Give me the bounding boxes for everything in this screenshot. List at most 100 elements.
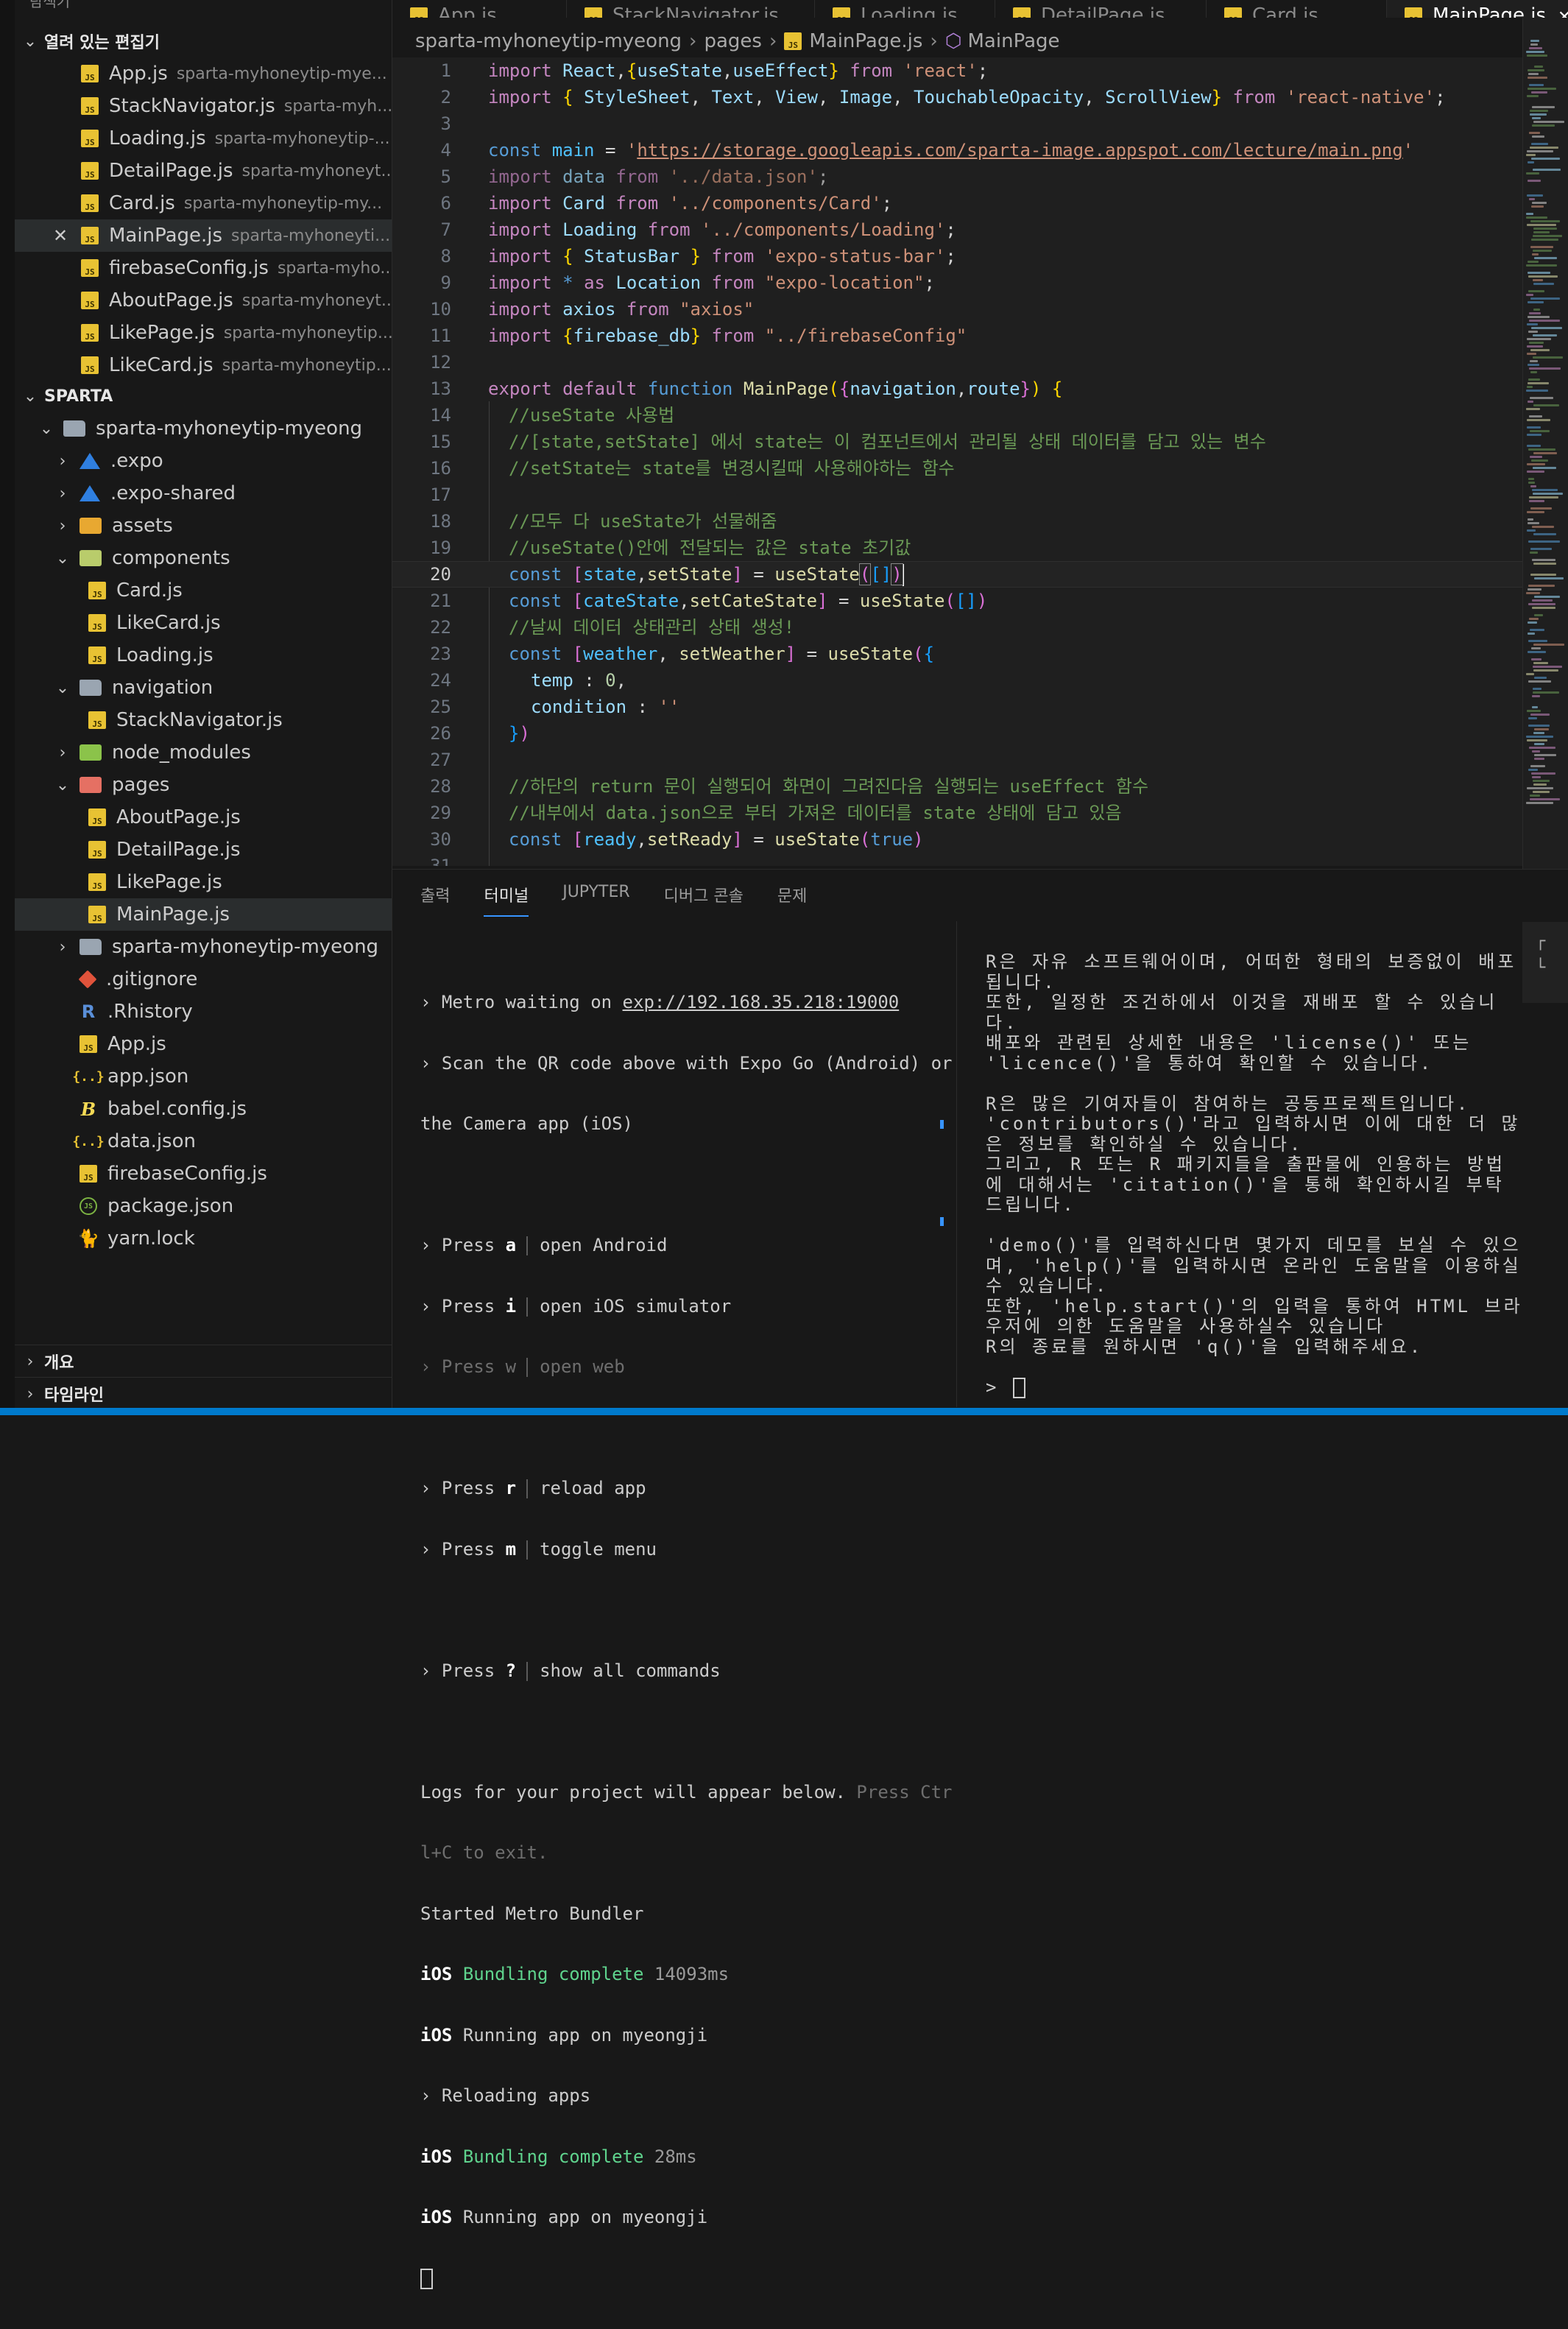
- minimap-line: [1530, 371, 1537, 373]
- tree-file[interactable]: JS AboutPage.js: [15, 801, 392, 834]
- tab-debug-console[interactable]: 디버그 콘솔: [664, 883, 744, 917]
- tab-loading-js[interactable]: JS Loading.js: [815, 0, 995, 18]
- tree-folder-root[interactable]: ⌄ sparta-myhoneytip-myeong: [15, 412, 392, 445]
- file-name: AboutPage.js: [109, 289, 233, 311]
- tree-file[interactable]: JS MainPage.js: [15, 898, 392, 931]
- breadcrumb-item[interactable]: sparta-myhoneytip-myeong: [415, 30, 682, 52]
- tab-terminal[interactable]: 터미널: [484, 883, 529, 917]
- breadcrumb-item[interactable]: MainPage.js: [809, 30, 922, 52]
- tree-folder[interactable]: › sparta-myhoneytip-myeong: [15, 931, 392, 963]
- minimap-line: [1528, 73, 1539, 75]
- tab-output[interactable]: 출력: [420, 883, 450, 917]
- workspace-header[interactable]: ⌄ SPARTA: [15, 380, 392, 412]
- terminal-list[interactable]: ┌ └: [1522, 922, 1568, 1003]
- terminal-instance-icon[interactable]: ┌: [1536, 932, 1545, 951]
- close-icon[interactable]: ✕: [53, 225, 68, 246]
- tab-mainpage-js[interactable]: JS MainPage.js ✕: [1387, 0, 1568, 18]
- minimap-line: [1534, 614, 1543, 616]
- tree-file[interactable]: {..} data.json: [15, 1125, 392, 1158]
- terminal-line: iOS Running app on myeongji: [420, 2024, 708, 2046]
- code-line: 6 import Card from '../components/Card';: [392, 190, 1522, 216]
- tree-label: Loading.js: [116, 644, 213, 666]
- minimap-line: [1529, 415, 1542, 417]
- tree-file[interactable]: JS LikePage.js: [15, 866, 392, 898]
- tab-stacknavigator-js[interactable]: JS StackNavigator.js: [567, 0, 815, 18]
- tree-file[interactable]: JS DetailPage.js: [15, 834, 392, 866]
- tab-card-js[interactable]: JS Card.js: [1207, 0, 1387, 18]
- open-editor-item[interactable]: ✕ JS MainPage.js sparta-myhoneyti...: [15, 219, 392, 252]
- line-number: 29: [430, 803, 451, 823]
- open-editor-item[interactable]: JS LikePage.js sparta-myhoneytip...: [15, 317, 392, 349]
- code-line: 10 import axios from "axios": [392, 296, 1522, 323]
- tab-problems[interactable]: 문제: [777, 883, 807, 917]
- terminal-line: the Camera app (iOS): [420, 1113, 633, 1134]
- open-editors-header[interactable]: ⌄ 열려 있는 편집기: [15, 25, 392, 57]
- tree-folder[interactable]: › node_modules: [15, 736, 392, 769]
- tree-file[interactable]: JS LikeCard.js: [15, 607, 392, 639]
- chevron-down-icon: ⌄: [39, 419, 54, 438]
- code-editor[interactable]: 1 import React,{useState,useEffect} from …: [392, 57, 1522, 866]
- tree-folder[interactable]: › .expo: [15, 445, 392, 477]
- javascript-file-icon: JS: [88, 906, 106, 923]
- open-editor-item[interactable]: JS Card.js sparta-myhoneytip-my...: [15, 187, 392, 219]
- breadcrumb-item[interactable]: MainPage: [968, 30, 1060, 52]
- terminal-expo[interactable]: › Metro waiting on exp://192.168.35.218:…: [420, 952, 965, 2329]
- open-editor-item[interactable]: JS Loading.js sparta-myhoneytip-...: [15, 122, 392, 155]
- tree-file[interactable]: JS Loading.js: [15, 639, 392, 672]
- tree-file[interactable]: Bbabel.config.js: [15, 1093, 392, 1125]
- tab-detailpage-js[interactable]: JS DetailPage.js: [995, 0, 1207, 18]
- tree-file[interactable]: JS StackNavigator.js: [15, 704, 392, 736]
- terminal-link[interactable]: exp://192.168.35.218:19000: [623, 992, 900, 1012]
- code-link[interactable]: https://storage.googleapis.com/sparta-im…: [637, 140, 1402, 161]
- javascript-file-icon: JS: [81, 65, 99, 82]
- javascript-file-icon: JS: [1013, 7, 1031, 18]
- minimap-line: [1528, 478, 1534, 480]
- code-line: 22//날씨 데이터 상태관리 상태 생성!: [392, 614, 1522, 641]
- tree-folder[interactable]: › assets: [15, 510, 392, 542]
- close-icon[interactable]: ✕: [1558, 8, 1568, 18]
- tab-app-js[interactable]: JS App.js: [392, 0, 567, 18]
- tree-file[interactable]: JS App.js: [15, 1028, 392, 1060]
- tree-folder[interactable]: › .expo-shared: [15, 477, 392, 510]
- minimap-line: [1526, 802, 1553, 804]
- assets-folder-icon: [80, 518, 102, 534]
- tree-file[interactable]: JS Card.js: [15, 574, 392, 607]
- tree-folder[interactable]: ⌄ navigation: [15, 672, 392, 704]
- open-editor-item[interactable]: JS App.js sparta-myhoneytip-mye...: [15, 57, 392, 90]
- timeline-header[interactable]: › 타임라인: [15, 1377, 392, 1410]
- minimap[interactable]: [1522, 18, 1568, 869]
- terminal-scroll-marker: [940, 1120, 944, 1129]
- open-editor-item[interactable]: JS AboutPage.js sparta-myhoneyt...: [15, 284, 392, 317]
- chevron-right-icon: ›: [27, 1352, 34, 1371]
- open-editor-item[interactable]: JS DetailPage.js sparta-myhoneyt...: [15, 155, 392, 187]
- minimap-line: [1531, 143, 1548, 145]
- minimap-line: [1530, 485, 1536, 487]
- terminal-line: iOS Bundling complete 28ms: [420, 2146, 697, 2167]
- outline-header[interactable]: › 개요: [15, 1345, 392, 1378]
- r-console-line: 그리고, R 또는 R 패키지들을 출판물에 인용하는 방법에 대해서는 'ci…: [986, 1154, 1506, 1215]
- open-editor-item[interactable]: JS StackNavigator.js sparta-myh...: [15, 90, 392, 122]
- minimap-line: [1530, 574, 1556, 576]
- more-actions-icon[interactable]: ···: [346, 0, 361, 7]
- tab-jupyter[interactable]: JUPYTER: [562, 883, 629, 917]
- r-prompt-line[interactable]: >: [986, 1377, 1523, 1398]
- tree-folder[interactable]: ⌄ pages: [15, 769, 392, 801]
- tree-file[interactable]: .gitignore: [15, 963, 392, 996]
- open-editor-item[interactable]: JS LikeCard.js sparta-myhoneytip...: [15, 349, 392, 381]
- tree-file[interactable]: 🐈 yarn.lock: [15, 1222, 392, 1255]
- tree-file[interactable]: {..} app.json: [15, 1060, 392, 1093]
- tree-file[interactable]: JS package.json: [15, 1190, 392, 1222]
- folder-open-icon: [63, 420, 85, 437]
- chevron-right-icon: ›: [27, 1384, 34, 1403]
- terminal-cursor: [420, 2268, 433, 2289]
- open-editor-item[interactable]: JS firebaseConfig.js sparta-myho...: [15, 252, 392, 284]
- tree-file[interactable]: R .Rhistory: [15, 996, 392, 1028]
- terminal-instance-icon[interactable]: └: [1536, 959, 1545, 977]
- terminal-r-console[interactable]: R은 자유 소프트웨어이며, 어떠한 형태의 보증없이 배포됩니다. 또한, 일정…: [986, 951, 1523, 1398]
- tree-folder[interactable]: ⌄ components: [15, 542, 392, 574]
- breadcrumb-item[interactable]: pages: [704, 30, 761, 52]
- javascript-file-icon: JS: [88, 646, 106, 664]
- minimap-line: [1533, 644, 1564, 646]
- line-number: 19: [430, 538, 451, 558]
- tree-file[interactable]: JS firebaseConfig.js: [15, 1158, 392, 1190]
